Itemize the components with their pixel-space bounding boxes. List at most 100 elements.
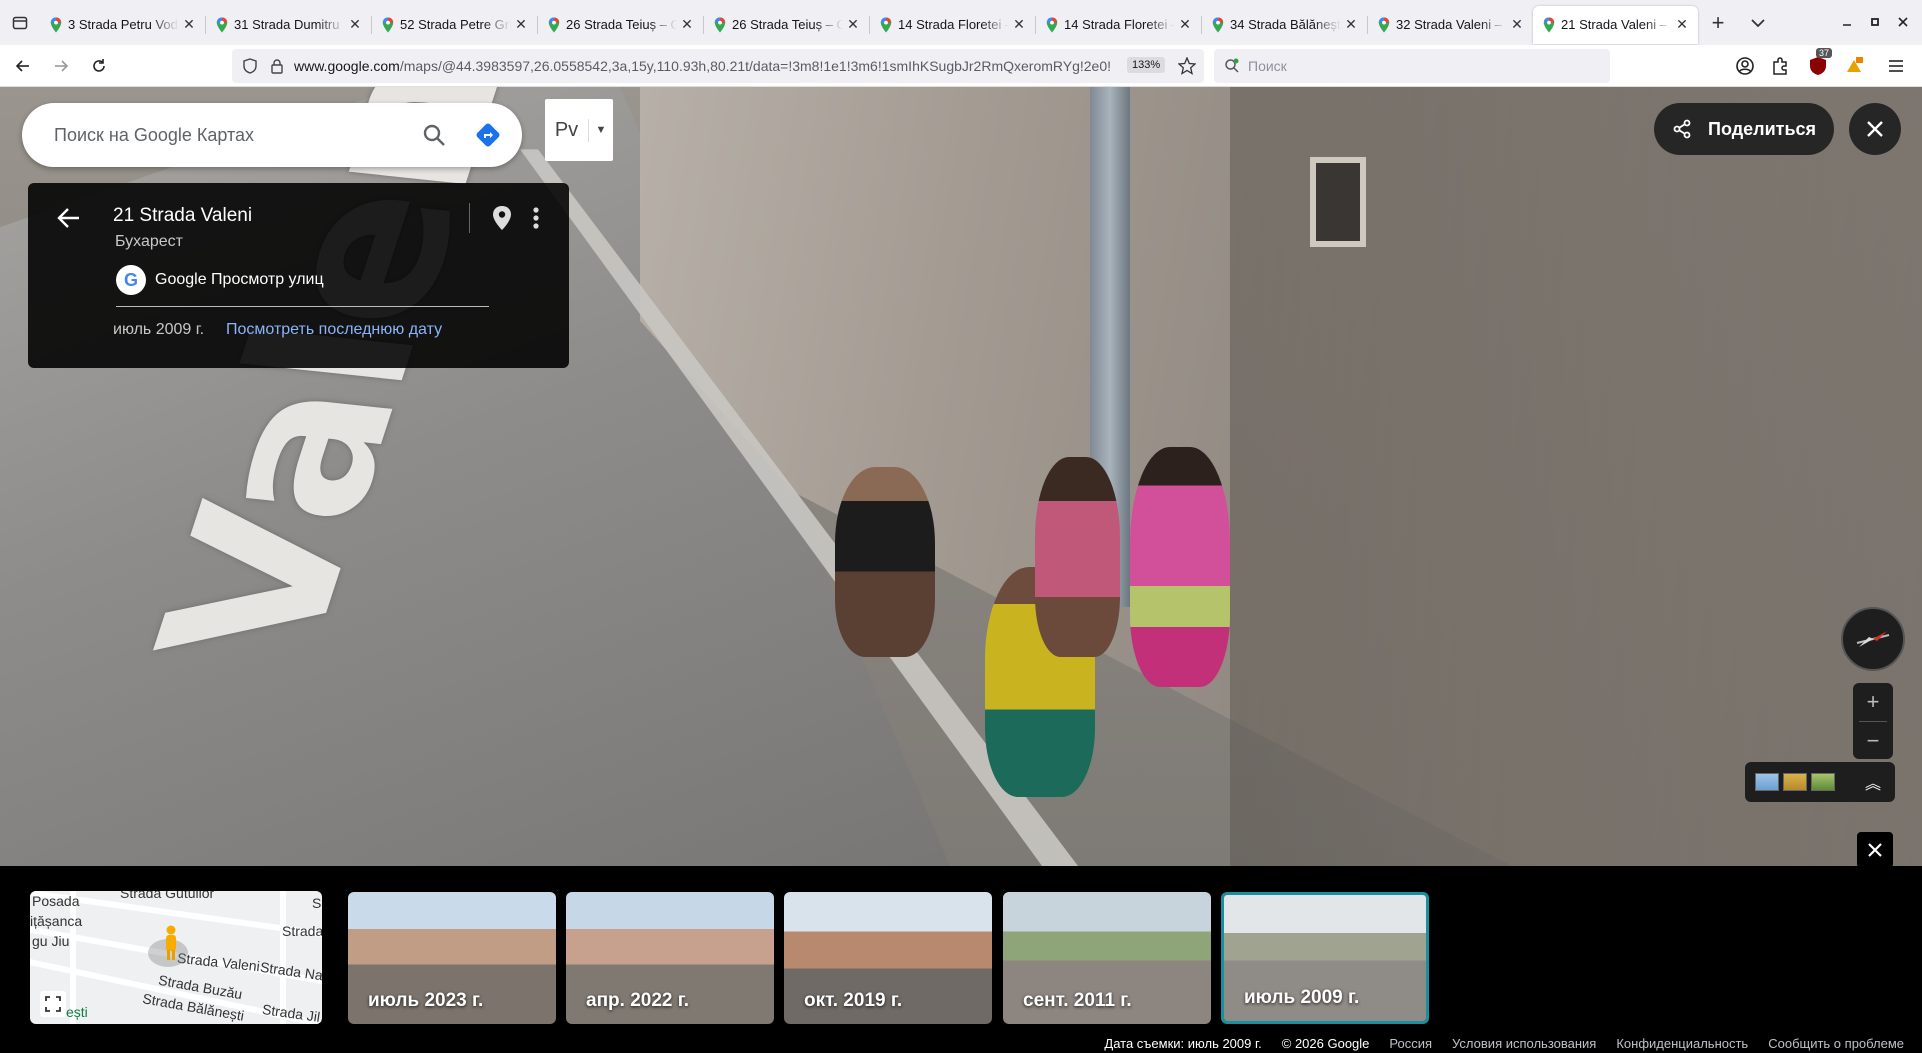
tab-title: 21 Strada Valeni – I — [1561, 17, 1672, 32]
close-icon — [1898, 17, 1908, 27]
forward-button[interactable] — [46, 51, 76, 81]
map-label: Strada Valeni — [176, 949, 261, 975]
timeline-thumbnail[interactable]: сент. 2011 г. — [1003, 892, 1211, 1024]
hamburger-menu-icon — [1889, 60, 1903, 72]
expand-minimap-button[interactable] — [40, 991, 66, 1017]
search-button[interactable] — [414, 115, 454, 155]
tab-title: 31 Strada Dumitru — [234, 17, 340, 32]
puzzle-icon — [1773, 57, 1787, 75]
zoom-controls: + − — [1853, 683, 1893, 759]
zoom-out-button[interactable]: − — [1853, 722, 1893, 760]
thumbnail-date: июль 2009 г. — [1244, 987, 1360, 1008]
imagery-layers-control[interactable]: ︽ — [1745, 762, 1895, 802]
reload-button[interactable] — [84, 51, 114, 81]
thumbnail-date: сент. 2011 г. — [1023, 990, 1132, 1011]
share-icon — [1673, 119, 1691, 139]
app-menu-button[interactable] — [1884, 54, 1908, 78]
timeline-thumbnail[interactable]: июль 2009 г. — [1221, 892, 1429, 1024]
chevron-double-up-icon[interactable]: ︽ — [1865, 770, 1881, 794]
google-maps-favicon — [714, 17, 726, 32]
report-problem-link[interactable]: Сообщить о проблеме — [1768, 1036, 1904, 1051]
maps-search-box[interactable]: Поиск на Google Картах — [22, 103, 522, 167]
maximize-button[interactable] — [1860, 10, 1890, 34]
zoom-level-badge[interactable]: 133% — [1127, 57, 1166, 73]
firefox-view-button[interactable] — [0, 0, 40, 45]
close-tab-button[interactable]: ✕ — [1672, 16, 1692, 33]
layer-thumbnail[interactable] — [1811, 773, 1835, 791]
map-label: Strada Gutullor — [120, 891, 215, 901]
directions-button[interactable] — [468, 115, 508, 155]
privacy-link[interactable]: Конфиденциальность — [1616, 1036, 1748, 1051]
close-timeline-button[interactable] — [1857, 832, 1893, 868]
close-tab-button[interactable]: ✕ — [1507, 16, 1527, 33]
browser-tab[interactable]: 26 Strada Teiuș – G ✕ — [704, 6, 869, 44]
share-label: Поделиться — [1708, 118, 1817, 139]
tab-title: 3 Strada Petru Vod — [68, 17, 178, 32]
map-label: ești — [66, 1004, 88, 1020]
back-button[interactable] — [8, 51, 38, 81]
browser-tab[interactable]: 31 Strada Dumitru ✕ — [206, 6, 371, 44]
compass-button[interactable] — [1841, 607, 1905, 671]
browser-tab[interactable]: 21 Strada Valeni – I ✕ — [1533, 5, 1698, 44]
tab-title: 32 Strada Valeni – I — [1396, 17, 1507, 32]
google-maps-favicon — [1046, 17, 1058, 32]
minimize-icon — [1843, 24, 1851, 26]
list-all-tabs-button[interactable] — [1738, 0, 1778, 45]
map-label: gu Jiu — [32, 933, 70, 949]
ublock-extension-button[interactable]: 37 — [1806, 48, 1833, 78]
back-to-map-button[interactable] — [56, 205, 86, 235]
more-options-button[interactable] — [528, 205, 544, 231]
browser-search-field[interactable]: Поиск — [1214, 49, 1610, 83]
browser-tab[interactable]: 26 Strada Teiuș – G ✕ — [538, 6, 703, 44]
close-icon — [1868, 843, 1882, 857]
tab-title: 26 Strada Teiuș – G — [566, 17, 677, 32]
extensions-button[interactable] — [1768, 54, 1792, 78]
minimap[interactable]: Strada Gutullor Posada ițășanca gu Jiu S… — [30, 891, 322, 1024]
fullscreen-icon — [45, 996, 61, 1012]
chevron-down-icon — [1751, 18, 1765, 27]
close-tab-button[interactable]: ✕ — [1175, 16, 1195, 33]
browser-tab[interactable]: 52 Strada Petre Gri ✕ — [372, 6, 537, 44]
account-button[interactable] — [1733, 54, 1757, 78]
timeline-thumbnail[interactable]: июль 2023 г. — [348, 892, 556, 1024]
close-tab-button[interactable]: ✕ — [843, 16, 863, 33]
google-maps-favicon — [1378, 17, 1390, 32]
new-tab-button[interactable]: + — [1698, 0, 1738, 45]
close-tab-button[interactable]: ✕ — [1341, 16, 1361, 33]
timeline-thumbnail[interactable]: апр. 2022 г. — [566, 892, 774, 1024]
close-tab-button[interactable]: ✕ — [511, 16, 531, 33]
more-vertical-icon — [533, 207, 539, 229]
layer-thumbnail[interactable] — [1783, 773, 1807, 791]
extension-badge: 37 — [1816, 48, 1833, 58]
thumbnail-date: июль 2023 г. — [368, 990, 484, 1011]
show-on-map-button[interactable] — [490, 205, 514, 231]
extension-button[interactable] — [1842, 54, 1866, 78]
zoom-in-button[interactable]: + — [1853, 683, 1893, 721]
browser-tab[interactable]: 14 Strada Floretei – ✕ — [870, 6, 1035, 44]
close-tab-button[interactable]: ✕ — [677, 16, 697, 33]
address-bar[interactable]: www.google.com/maps/@44.3983597,26.05585… — [232, 49, 1204, 83]
close-tab-button[interactable]: ✕ — [1009, 16, 1029, 33]
terms-link[interactable]: Условия использования — [1452, 1036, 1596, 1051]
country-link[interactable]: Россия — [1389, 1036, 1432, 1051]
browser-tab[interactable]: 32 Strada Valeni – I ✕ — [1368, 6, 1533, 44]
browser-tab[interactable]: 14 Strada Floretei – ✕ — [1036, 6, 1201, 44]
minimize-button[interactable] — [1832, 10, 1862, 34]
close-street-view-button[interactable] — [1849, 103, 1901, 155]
language-selector[interactable]: Рv ▼ — [545, 99, 613, 161]
share-button[interactable]: Поделиться — [1654, 103, 1834, 155]
see-latest-date-link[interactable]: Посмотреть последнюю дату — [226, 321, 442, 339]
google-maps-favicon — [382, 17, 394, 32]
arrow-left-icon — [15, 59, 29, 72]
browser-tab[interactable]: 3 Strada Petru Vod ✕ — [40, 6, 205, 44]
timeline-thumbnail[interactable]: окт. 2019 г. — [784, 892, 992, 1024]
browser-tab[interactable]: 34 Strada Bălănești ✕ — [1202, 6, 1367, 44]
layer-thumbnail[interactable] — [1755, 773, 1779, 791]
map-label: ițășanca — [30, 913, 83, 929]
close-tab-button[interactable]: ✕ — [345, 16, 365, 33]
imagery-source-label: Google Просмотр улиц — [155, 271, 324, 288]
maps-search-input[interactable]: Поиск на Google Картах — [54, 125, 414, 146]
close-window-button[interactable] — [1888, 10, 1918, 34]
close-tab-button[interactable]: ✕ — [179, 16, 199, 33]
bookmark-star-icon[interactable] — [1178, 57, 1196, 75]
